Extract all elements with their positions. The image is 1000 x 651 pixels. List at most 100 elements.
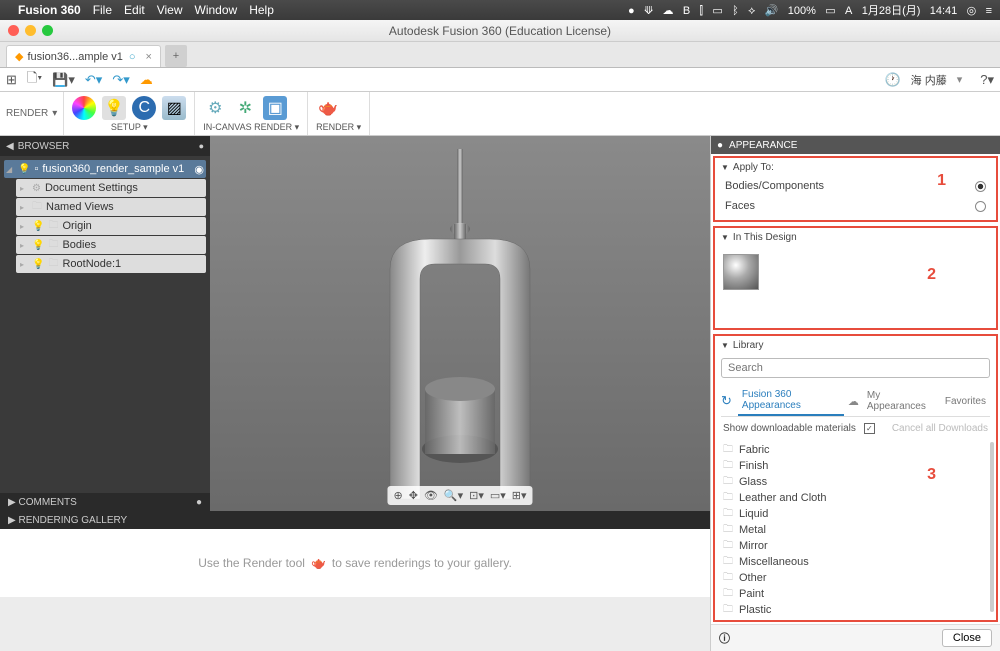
spotlight-icon[interactable]: ◎ — [967, 5, 977, 17]
collapse-icon[interactable]: ▼ — [721, 163, 729, 172]
help-icon[interactable]: ?▾ — [980, 72, 994, 88]
cloud-icon[interactable]: ☁ — [140, 72, 153, 88]
ribbon-label-setup[interactable]: SETUP ▾ — [72, 122, 186, 133]
battery-icon[interactable]: ▭ — [825, 5, 835, 17]
library-heading[interactable]: ▼ Library — [715, 336, 996, 354]
tree-root[interactable]: ◢ 💡 ▫ fusion360_render_sample v1 ◉ — [4, 160, 206, 178]
scene-settings-icon[interactable]: 💡 — [102, 96, 126, 120]
visibility-icon[interactable]: 💡 — [32, 259, 44, 270]
user-dropdown-icon[interactable]: ▾ — [957, 73, 963, 86]
cancel-downloads-link[interactable]: Cancel all Downloads — [892, 423, 988, 434]
tree-item-origin[interactable]: ▸ 💡 🗀 Origin — [16, 217, 206, 235]
caret-icon[interactable]: ▸ — [20, 260, 28, 269]
ribbon-label-canvas[interactable]: IN-CANVAS RENDER ▾ — [203, 122, 299, 133]
tree-item-doc-settings[interactable]: ▸ ⚙ Document Settings — [16, 179, 206, 197]
activate-icon[interactable]: ◉ — [194, 163, 204, 176]
browser-header[interactable]: ◀ BROWSER ● — [0, 136, 210, 156]
fit-icon[interactable]: ⊡▾ — [469, 489, 484, 502]
pin-icon[interactable]: ● — [717, 140, 723, 151]
workspace-selector[interactable]: RENDER▾ — [0, 92, 64, 135]
caret-icon[interactable]: ▸ — [20, 241, 28, 250]
undo-icon[interactable]: ↶▾ — [85, 72, 102, 88]
in-canvas-render-icon[interactable]: ⚙ — [203, 96, 227, 120]
caret-icon[interactable]: ◢ — [6, 165, 14, 174]
file-menu-icon[interactable]: 🗋▾ — [27, 69, 42, 91]
info-icon[interactable]: ⓘ — [719, 630, 730, 646]
folder-roofing[interactable]: 🗀Roofing — [723, 618, 988, 620]
menubar-time[interactable]: 14:41 — [930, 5, 958, 17]
wifi-icon[interactable]: ⟡ — [748, 5, 755, 17]
radio-icon[interactable] — [975, 181, 986, 192]
airplay-icon[interactable]: ▭ — [712, 5, 722, 17]
capture-image-icon[interactable]: ▣ — [263, 96, 287, 120]
bluetooth-icon[interactable]: ᛒ — [732, 5, 739, 17]
appearance-title-bar[interactable]: ● APPEARANCE — [711, 136, 1000, 154]
menu-edit[interactable]: Edit — [124, 3, 145, 17]
tree-item-rootnode[interactable]: ▸ 💡 🗀 RootNode:1 — [16, 255, 206, 273]
job-status-icon[interactable]: 🕐 — [884, 72, 900, 88]
folder-liquid[interactable]: 🗀Liquid — [723, 506, 988, 522]
viewport-3d[interactable]: ⊕ ✥ 👁 🔍▾ ⊡▾ ▭▾ ⊞▾ — [210, 136, 710, 511]
b-icon[interactable]: B — [683, 5, 690, 17]
visibility-icon[interactable]: 💡 — [18, 164, 30, 175]
orbit-icon[interactable]: ⊕ — [393, 489, 402, 502]
close-tab-icon[interactable]: × — [146, 51, 152, 63]
render-icon[interactable]: 🫖 — [316, 96, 340, 120]
new-tab-button[interactable]: + — [165, 45, 187, 67]
folder-metal[interactable]: 🗀Metal — [723, 522, 988, 538]
apply-bodies-option[interactable]: Bodies/Components — [715, 176, 996, 196]
gallery-header[interactable]: ▶ RENDERING GALLERY — [0, 511, 710, 529]
folder-finish[interactable]: 🗀Finish — [723, 458, 988, 474]
minimize-window-button[interactable] — [25, 25, 36, 36]
folder-fabric[interactable]: 🗀Fabric — [723, 442, 988, 458]
folder-mirror[interactable]: 🗀Mirror — [723, 538, 988, 554]
tab-favorites[interactable]: Favorites — [941, 393, 990, 410]
visibility-icon[interactable]: 💡 — [32, 240, 44, 251]
user-name[interactable]: 海 内藤 — [911, 72, 947, 88]
library-folder-list[interactable]: 🗀Fabric 🗀Finish 🗀Glass 🗀Leather and Clot… — [715, 440, 996, 620]
tree-item-bodies[interactable]: ▸ 💡 🗀 Bodies — [16, 236, 206, 254]
in-design-heading[interactable]: ▼ In This Design — [715, 228, 996, 246]
scrollbar-thumb[interactable] — [990, 442, 994, 612]
folder-glass[interactable]: 🗀Glass — [723, 474, 988, 490]
comments-panel-header[interactable]: ▶ COMMENTS ● — [0, 493, 210, 511]
menu-view[interactable]: View — [157, 3, 183, 17]
caret-icon[interactable]: ▸ — [20, 203, 28, 212]
library-search-input[interactable] — [721, 358, 990, 378]
menu-help[interactable]: Help — [249, 3, 274, 17]
zoom-icon[interactable]: 🔍▾ — [444, 489, 463, 502]
apply-to-heading[interactable]: ▼ Apply To: — [715, 158, 996, 176]
document-tab[interactable]: ◆ fusion36...ample v1 ○ × — [6, 45, 161, 67]
ribbon-label-render[interactable]: RENDER ▾ — [316, 122, 361, 133]
grid-icon[interactable]: ⊞▾ — [512, 489, 527, 502]
collapse-icon[interactable]: ◀ — [6, 141, 14, 152]
save-icon[interactable]: 💾▾ — [52, 72, 75, 88]
display-icon[interactable]: ▭▾ — [490, 489, 506, 502]
input-source-icon[interactable]: A — [845, 5, 852, 17]
collapse-icon[interactable]: ▼ — [721, 233, 729, 242]
apply-faces-option[interactable]: Faces — [715, 196, 996, 216]
menu-window[interactable]: Window — [195, 3, 238, 17]
close-button[interactable]: Close — [942, 629, 992, 647]
notifications-icon[interactable]: ≡ — [986, 5, 992, 17]
environment-icon[interactable]: C — [132, 96, 156, 120]
collapse-icon[interactable]: ▼ — [721, 341, 729, 350]
tab-my-appearances[interactable]: My Appearances — [863, 387, 937, 415]
caret-icon[interactable]: ▸ — [20, 222, 28, 231]
radio-icon[interactable] — [975, 201, 986, 212]
menu-file[interactable]: File — [93, 3, 112, 17]
sync-icon[interactable]: ↻ — [721, 393, 732, 409]
show-downloadable-checkbox[interactable]: ✓ — [864, 423, 875, 434]
close-window-button[interactable] — [8, 25, 19, 36]
folder-paint[interactable]: 🗀Paint — [723, 586, 988, 602]
pin-icon[interactable]: ● — [196, 497, 202, 508]
visibility-icon[interactable]: 💡 — [32, 221, 44, 232]
folder-other[interactable]: 🗀Other — [723, 570, 988, 586]
pin-icon[interactable]: ● — [199, 141, 204, 151]
line-icon[interactable]: ● — [628, 5, 635, 17]
folder-plastic[interactable]: 🗀Plastic — [723, 602, 988, 618]
tree-item-named-views[interactable]: ▸ 🗀 Named Views — [16, 198, 206, 216]
material-swatch[interactable] — [723, 254, 759, 290]
volume-icon[interactable]: 🔊 — [765, 5, 779, 17]
stats-icon[interactable]: ⫿ — [700, 5, 704, 17]
